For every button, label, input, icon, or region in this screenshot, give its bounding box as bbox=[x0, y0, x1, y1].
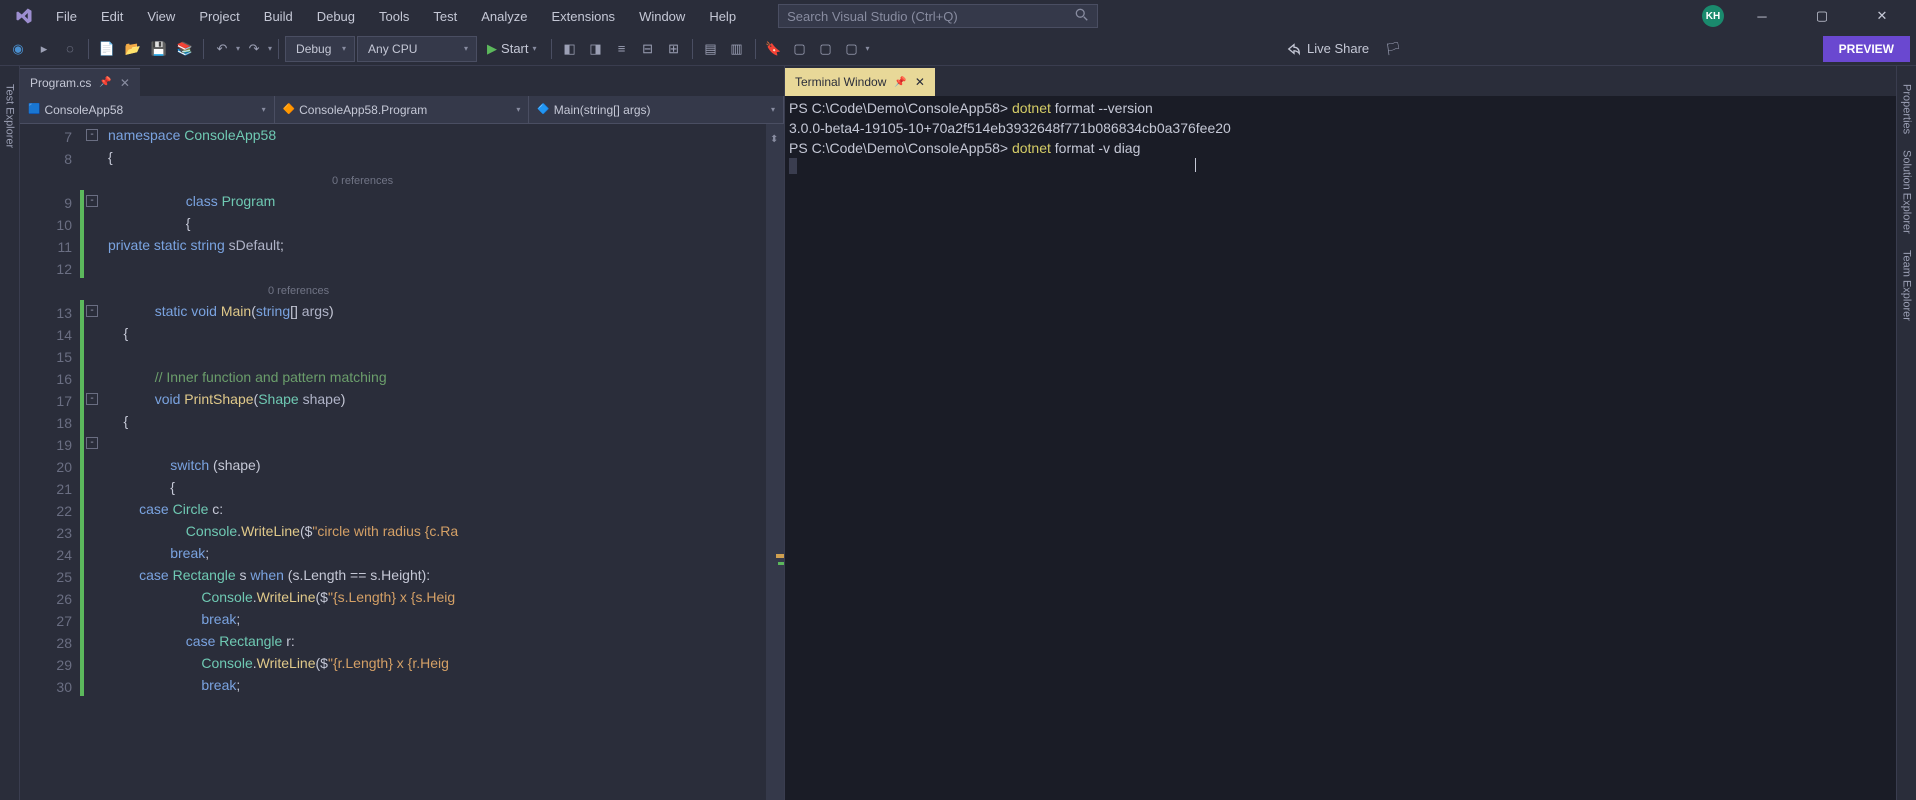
right-tab-solution-explorer[interactable]: Solution Explorer bbox=[1899, 142, 1915, 242]
terminal-tab-label: Terminal Window bbox=[795, 75, 886, 89]
method-icon: 🔷 bbox=[537, 104, 549, 115]
right-tab-team-explorer[interactable]: Team Explorer bbox=[1899, 242, 1915, 329]
title-controls: KH ─ ▢ ✕ bbox=[1702, 1, 1912, 31]
tb-icon-1[interactable]: ◧ bbox=[558, 37, 582, 61]
tb-icon-6[interactable]: ▤ bbox=[699, 37, 723, 61]
tb-icon-5[interactable]: ⊞ bbox=[662, 37, 686, 61]
menu-extensions[interactable]: Extensions bbox=[539, 5, 627, 28]
pin-icon[interactable]: 📌 bbox=[894, 77, 906, 88]
tab-terminal[interactable]: Terminal Window 📌 ✕ bbox=[785, 68, 935, 96]
project-dropdown[interactable]: 🟦ConsoleApp58▾ bbox=[20, 96, 275, 123]
tb-icon-9[interactable]: ▢ bbox=[814, 37, 838, 61]
preview-button[interactable]: PREVIEW bbox=[1823, 36, 1910, 62]
save-all-icon[interactable]: 📚 bbox=[173, 37, 197, 61]
split-icon[interactable]: ⬍ bbox=[770, 134, 780, 144]
fold-toggle[interactable]: - bbox=[86, 129, 98, 141]
main-area: Test Explorer Program.cs 📌 ✕ 🟦ConsoleApp… bbox=[0, 66, 1916, 800]
main-toolbar: ◉ ▸ ◌ 📄 📂 💾 📚 ↶ ▾ ↷ ▾ Debug▾ Any CPU▾ ▶ … bbox=[0, 32, 1916, 66]
vertical-scrollbar[interactable]: ⬍ bbox=[766, 124, 784, 800]
menu-help[interactable]: Help bbox=[697, 5, 748, 28]
menu-bar: FileEditViewProjectBuildDebugToolsTestAn… bbox=[44, 5, 748, 28]
line-numbers: 7891011121314151617181920212223242526272… bbox=[20, 124, 80, 800]
menu-edit[interactable]: Edit bbox=[89, 5, 135, 28]
test-explorer-tab[interactable]: Test Explorer bbox=[2, 76, 18, 156]
undo-icon[interactable]: ↶ bbox=[210, 37, 234, 61]
menu-tools[interactable]: Tools bbox=[367, 5, 421, 28]
right-tab-properties[interactable]: Properties bbox=[1899, 76, 1915, 142]
fold-toggle[interactable]: - bbox=[86, 195, 98, 207]
menu-file[interactable]: File bbox=[44, 5, 89, 28]
minimize-button[interactable]: ─ bbox=[1740, 1, 1784, 31]
right-side-tabs: PropertiesSolution ExplorerTeam Explorer bbox=[1896, 66, 1916, 800]
menu-test[interactable]: Test bbox=[421, 5, 469, 28]
search-placeholder: Search Visual Studio (Ctrl+Q) bbox=[787, 9, 958, 24]
config-dropdown[interactable]: Debug▾ bbox=[285, 36, 355, 62]
maximize-button[interactable]: ▢ bbox=[1800, 1, 1844, 31]
menu-project[interactable]: Project bbox=[187, 5, 251, 28]
class-icon: 🔶 bbox=[283, 104, 295, 115]
close-icon[interactable]: ✕ bbox=[915, 75, 925, 89]
title-bar: FileEditViewProjectBuildDebugToolsTestAn… bbox=[0, 0, 1916, 32]
tb-icon-8[interactable]: ▢ bbox=[788, 37, 812, 61]
method-dropdown[interactable]: 🔷Main(string[] args)▾ bbox=[529, 96, 784, 123]
open-icon[interactable]: 📂 bbox=[121, 37, 145, 61]
close-icon[interactable]: ✕ bbox=[120, 76, 130, 90]
tb-icon-4[interactable]: ⊟ bbox=[636, 37, 660, 61]
code-content[interactable]: namespace ConsoleApp58{0 references clas… bbox=[104, 124, 766, 800]
code-editor[interactable]: 7891011121314151617181920212223242526272… bbox=[20, 124, 784, 800]
nav-refresh-icon[interactable]: ◌ bbox=[58, 37, 82, 61]
bookmark-icon[interactable]: 🔖 bbox=[762, 37, 786, 61]
redo-icon[interactable]: ↷ bbox=[242, 37, 266, 61]
menu-debug[interactable]: Debug bbox=[305, 5, 367, 28]
start-button[interactable]: ▶ Start ▾ bbox=[479, 41, 544, 57]
share-icon bbox=[1287, 42, 1301, 56]
fold-toggle[interactable]: - bbox=[86, 393, 98, 405]
live-share-button[interactable]: Live Share bbox=[1287, 41, 1369, 56]
tb-icon-7[interactable]: ▥ bbox=[725, 37, 749, 61]
menu-build[interactable]: Build bbox=[252, 5, 305, 28]
tab-label: Program.cs bbox=[30, 76, 91, 90]
fold-column: - - - - - bbox=[84, 124, 104, 800]
class-dropdown[interactable]: 🔶ConsoleApp58.Program▾ bbox=[275, 96, 530, 123]
tb-icon-2[interactable]: ◨ bbox=[584, 37, 608, 61]
fold-toggle[interactable]: - bbox=[86, 305, 98, 317]
menu-view[interactable]: View bbox=[135, 5, 187, 28]
editor-column: Program.cs 📌 ✕ 🟦ConsoleApp58▾ 🔶ConsoleAp… bbox=[20, 66, 785, 800]
play-icon: ▶ bbox=[487, 41, 497, 57]
nav-fwd-icon[interactable]: ▸ bbox=[32, 37, 56, 61]
avatar[interactable]: KH bbox=[1702, 5, 1724, 27]
tb-icon-3[interactable]: ≡ bbox=[610, 37, 634, 61]
pin-icon[interactable]: 📌 bbox=[99, 77, 111, 88]
left-side-tabs: Test Explorer bbox=[0, 66, 20, 800]
menu-window[interactable]: Window bbox=[627, 5, 697, 28]
context-bar: 🟦ConsoleApp58▾ 🔶ConsoleApp58.Program▾ 🔷M… bbox=[20, 96, 784, 124]
terminal-tabs: Terminal Window 📌 ✕ bbox=[785, 66, 1896, 96]
tab-program-cs[interactable]: Program.cs 📌 ✕ bbox=[20, 68, 140, 96]
tb-icon-10[interactable]: ▢ bbox=[840, 37, 864, 61]
search-input[interactable]: Search Visual Studio (Ctrl+Q) bbox=[778, 4, 1098, 28]
new-item-icon[interactable]: 📄 bbox=[95, 37, 119, 61]
csharp-icon: 🟦 bbox=[28, 104, 40, 115]
save-icon[interactable]: 💾 bbox=[147, 37, 171, 61]
terminal-column: Terminal Window 📌 ✕ PS C:\Code\Demo\Cons… bbox=[785, 66, 1896, 800]
terminal-content[interactable]: PS C:\Code\Demo\ConsoleApp58> dotnet for… bbox=[785, 96, 1896, 800]
document-tabs: Program.cs 📌 ✕ bbox=[20, 66, 784, 96]
fold-toggle[interactable]: - bbox=[86, 437, 98, 449]
close-button[interactable]: ✕ bbox=[1860, 1, 1904, 31]
platform-dropdown[interactable]: Any CPU▾ bbox=[357, 36, 477, 62]
nav-back-icon[interactable]: ◉ bbox=[6, 37, 30, 61]
menu-analyze[interactable]: Analyze bbox=[469, 5, 539, 28]
vs-logo-icon bbox=[12, 4, 36, 28]
search-icon bbox=[1075, 8, 1089, 25]
feedback-icon[interactable]: 🏳 bbox=[1381, 37, 1405, 61]
